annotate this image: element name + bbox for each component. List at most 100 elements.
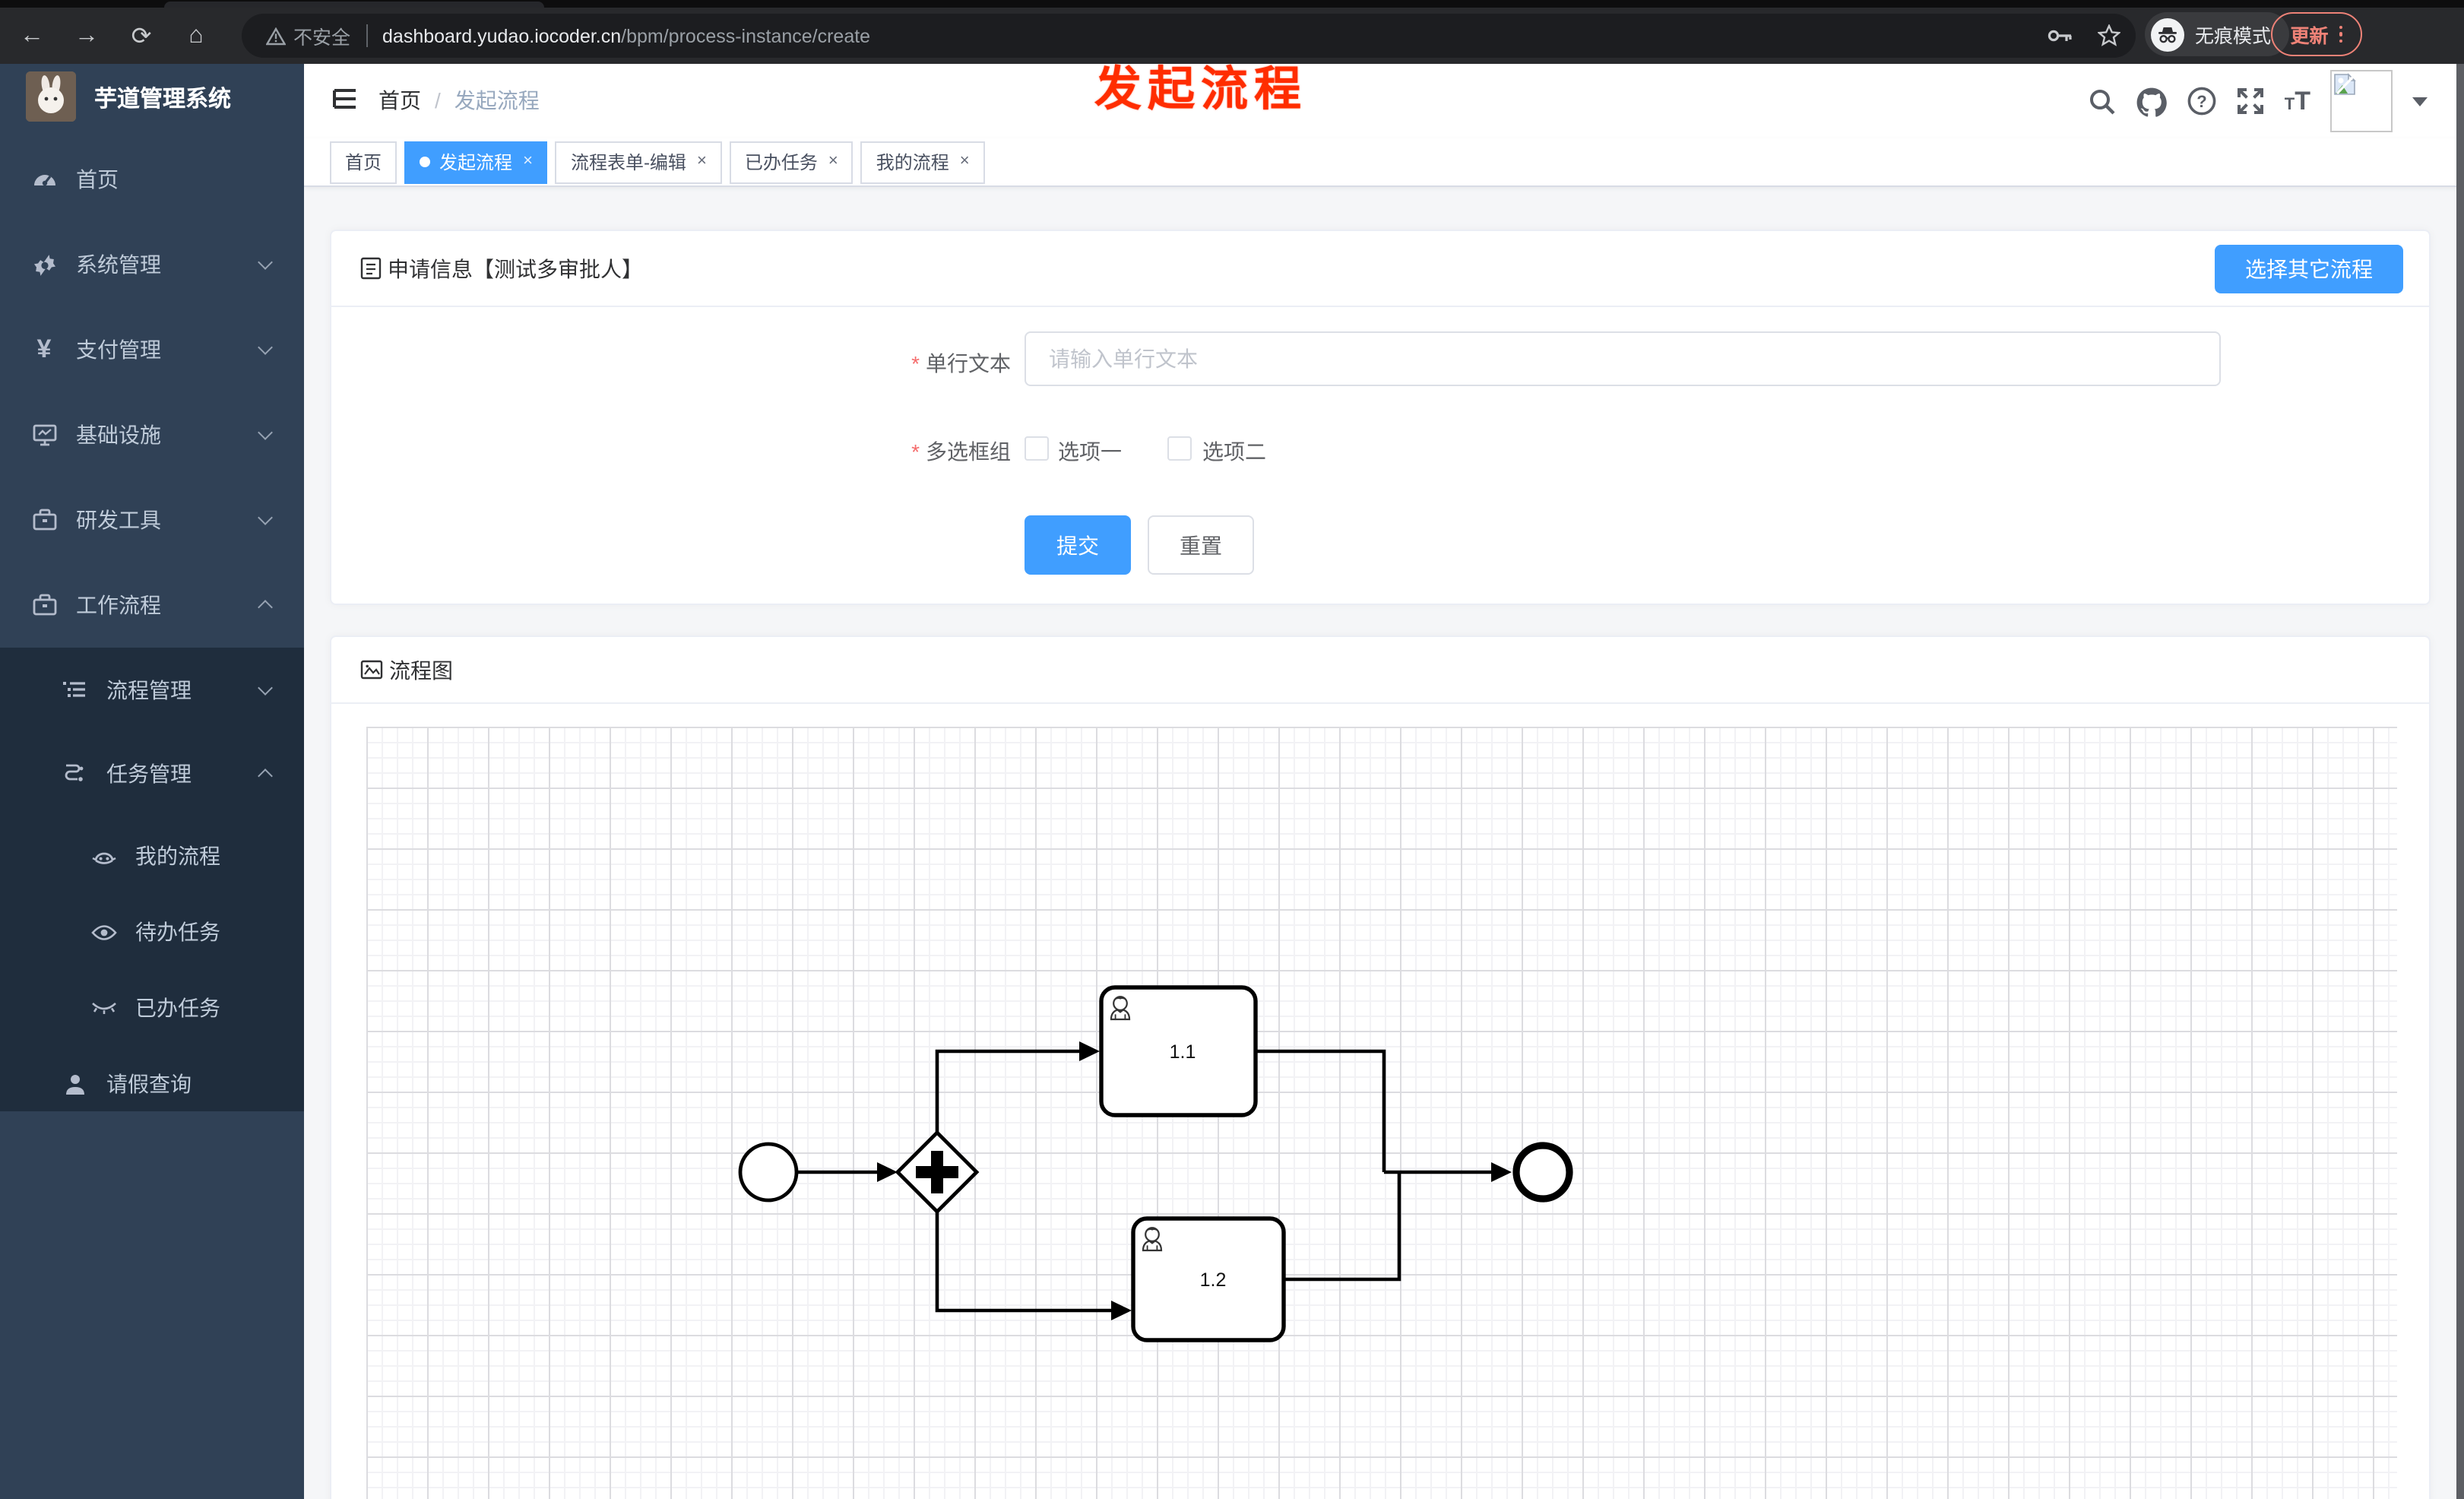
arrowhead-icon	[1079, 1041, 1100, 1061]
tab-process-form-edit[interactable]: 流程表单-编辑 ×	[555, 141, 722, 183]
sidebar-item-label: 首页	[76, 167, 119, 192]
single-line-text-input[interactable]	[1025, 331, 2221, 386]
eye-closed-icon	[90, 994, 117, 1022]
diagram-card-header: 流程图	[331, 637, 2429, 704]
collapse-sidebar-icon[interactable]	[330, 84, 360, 114]
flow-gateway-to-task2	[935, 1212, 1111, 1313]
tab-label: 已办任务	[744, 152, 818, 173]
sidebar-item-dev-tools[interactable]: 研发工具	[0, 477, 304, 563]
incognito-badge: 无痕模式	[2145, 12, 2290, 56]
gear-icon	[30, 251, 58, 278]
end-event-node[interactable]	[1512, 1142, 1573, 1203]
active-tab-dot	[420, 157, 431, 167]
home-icon[interactable]: ⌂	[176, 8, 216, 64]
breadcrumb-separator: /	[435, 88, 441, 113]
search-icon[interactable]	[2089, 87, 2116, 115]
list-icon	[61, 677, 88, 704]
bpmn-diagram: 1.1 1.2	[738, 985, 1573, 1342]
select-other-process-button[interactable]: 选择其它流程	[2215, 245, 2403, 293]
bpmn-canvas[interactable]: 1.1 1.2	[366, 727, 2397, 1499]
tab-home[interactable]: 首页	[330, 141, 397, 183]
sidebar-item-home[interactable]: 首页	[0, 137, 304, 222]
diagram-title: 流程图	[389, 658, 453, 682]
chevron-up-icon	[258, 769, 273, 784]
sidebar-item-label: 待办任务	[135, 920, 220, 944]
browser-tab-strip	[0, 0, 2464, 8]
checkbox-option-1[interactable]	[1025, 436, 1049, 461]
apply-info-title: 申请信息【测试多审批人】	[388, 256, 643, 280]
security-label: 不安全	[293, 27, 351, 49]
sidebar-item-done-tasks[interactable]: 已办任务	[0, 970, 304, 1046]
chevron-down-icon	[258, 425, 273, 440]
forward-icon[interactable]: →	[67, 8, 106, 64]
checkbox-option-2-label[interactable]: 选项二	[1202, 436, 1266, 467]
sidebar-item-task-management[interactable]: 任务管理	[0, 736, 304, 812]
sidebar: 芋道管理系统 首页 系统管理 ¥ 支付管理 基础设施 研发工具 工作流程 流程管…	[0, 64, 304, 1499]
breadcrumb-home[interactable]: 首页	[378, 85, 421, 116]
user-task-1-2[interactable]: 1.2	[1131, 1216, 1286, 1342]
github-icon[interactable]	[2136, 86, 2168, 116]
broken-image-icon	[2334, 73, 2356, 95]
sidebar-item-label: 流程管理	[106, 678, 192, 702]
breadcrumb-current: 发起流程	[454, 88, 540, 113]
arrowhead-icon	[877, 1162, 898, 1182]
sidebar-item-process-management[interactable]: 流程管理	[0, 652, 304, 728]
submit-button[interactable]: 提交	[1025, 515, 1131, 575]
tab-create-process[interactable]: 发起流程 ×	[404, 141, 548, 183]
start-event-node[interactable]	[738, 1142, 799, 1203]
app-logo-row[interactable]: 芋道管理系统	[0, 64, 304, 146]
url-path: /bpm/process-instance/create	[621, 25, 871, 46]
apply-info-card-header: 申请信息【测试多审批人】	[331, 231, 2429, 307]
close-tab-icon[interactable]: ×	[960, 153, 970, 170]
key-icon[interactable]	[2048, 27, 2073, 44]
apply-info-card: 申请信息【测试多审批人】 选择其它流程 *单行文本 *多选框组 选项一 选项二 …	[330, 230, 2431, 605]
sidebar-item-label: 研发工具	[76, 508, 161, 532]
checkbox-option-1-label[interactable]: 选项一	[1058, 436, 1122, 467]
url-host: dashboard.yudao.iocoder.cn	[382, 25, 622, 46]
sidebar-item-label: 系统管理	[76, 252, 161, 277]
arrowhead-icon	[1111, 1301, 1132, 1320]
user-task-1-1[interactable]: 1.1	[1099, 985, 1258, 1117]
task-label: 1.1	[1170, 1041, 1196, 1063]
sidebar-item-workflow[interactable]: 工作流程	[0, 563, 304, 648]
sidebar-item-label: 我的流程	[135, 844, 220, 868]
help-icon[interactable]: ?	[2187, 87, 2216, 116]
sidebar-item-my-process[interactable]: 我的流程	[0, 818, 304, 894]
close-tab-icon[interactable]: ×	[828, 153, 838, 170]
avatar-dropdown-caret-icon[interactable]	[2412, 97, 2428, 106]
sidebar-item-todo-tasks[interactable]: 待办任务	[0, 894, 304, 970]
reload-icon[interactable]: ⟳	[122, 8, 161, 64]
flow-task1-out	[1256, 1049, 1386, 1172]
back-icon[interactable]: ←	[12, 8, 52, 64]
page-scrollbar[interactable]	[2456, 64, 2464, 1499]
yen-icon: ¥	[36, 334, 52, 363]
close-tab-icon[interactable]: ×	[523, 153, 533, 170]
checkbox-option-2[interactable]	[1167, 436, 1192, 461]
chevron-up-icon	[258, 600, 273, 615]
sidebar-item-payment[interactable]: ¥ 支付管理	[0, 307, 304, 392]
task-branch-icon	[61, 760, 88, 788]
security-status[interactable]: 不安全	[266, 21, 350, 50]
tab-my-process[interactable]: 我的流程 ×	[860, 141, 985, 183]
sidebar-item-system[interactable]: 系统管理	[0, 222, 304, 307]
chevron-down-icon	[258, 680, 273, 696]
close-tab-icon[interactable]: ×	[697, 153, 707, 170]
required-mark: *	[911, 351, 920, 376]
fullscreen-icon[interactable]	[2236, 87, 2265, 116]
dashboard-icon	[30, 166, 58, 193]
tab-done-tasks[interactable]: 已办任务 ×	[729, 141, 854, 183]
task-label: 1.2	[1200, 1269, 1227, 1291]
font-size-icon[interactable]: TT	[2285, 86, 2310, 116]
arrowhead-icon	[1491, 1162, 1512, 1182]
checkbox-group-label: * 多选框组	[911, 439, 1011, 464]
update-button[interactable]: 更新	[2271, 12, 2362, 56]
tab-label: 流程表单-编辑	[570, 152, 686, 173]
sidebar-item-leave-query[interactable]: 请假查询	[0, 1046, 304, 1122]
avatar[interactable]	[2330, 70, 2393, 132]
sidebar-item-label: 请假查询	[106, 1072, 192, 1096]
sidebar-item-label: 任务管理	[106, 762, 192, 786]
bookmark-star-icon[interactable]	[2098, 24, 2120, 47]
reset-button[interactable]: 重置	[1148, 515, 1254, 575]
sidebar-item-infrastructure[interactable]: 基础设施	[0, 392, 304, 477]
browser-active-tab[interactable]	[164, 2, 544, 8]
